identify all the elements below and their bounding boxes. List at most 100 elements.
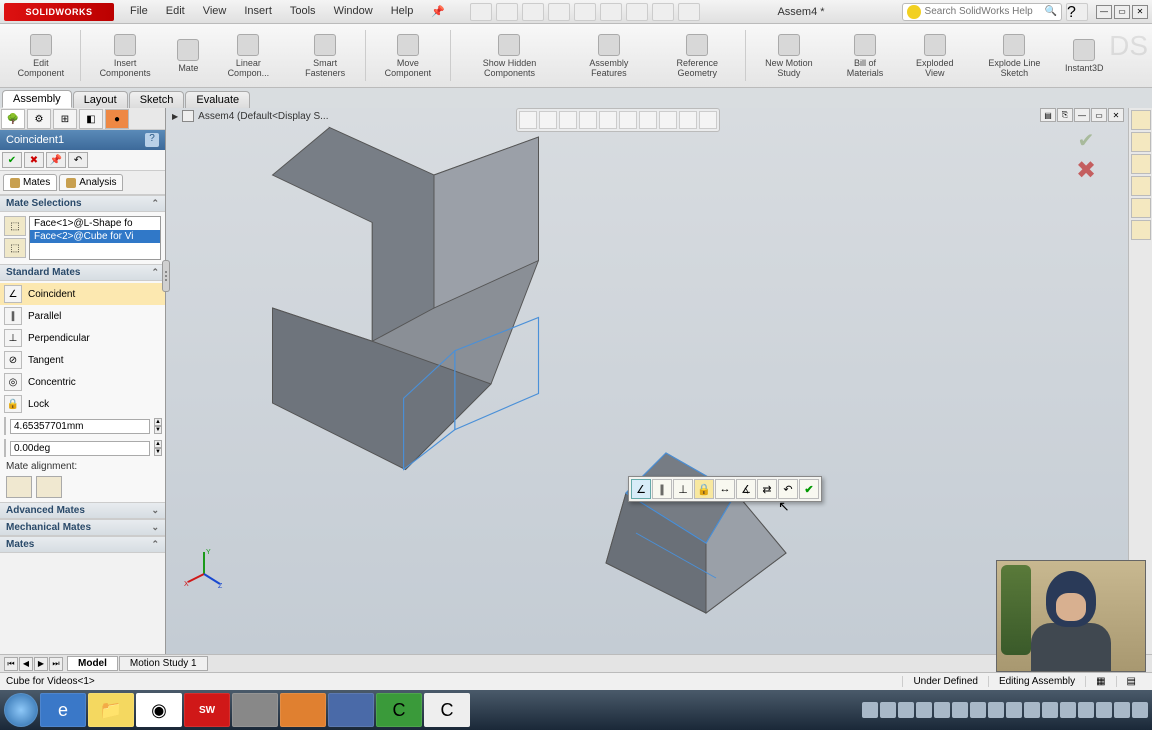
pm-cancel-button[interactable]: ✖ [24, 152, 44, 168]
menu-help[interactable]: Help [383, 3, 422, 20]
align-anti-button[interactable] [36, 476, 62, 498]
tab-nav-next-icon[interactable]: ▶ [34, 657, 48, 671]
search-input[interactable] [925, 6, 1045, 17]
selection-item-1[interactable]: Face<1>@L-Shape fo [30, 217, 160, 230]
distance-input[interactable] [10, 419, 150, 434]
collapse-icon[interactable]: ⌃ [151, 267, 159, 278]
taskpane-design-library-icon[interactable] [1131, 132, 1151, 152]
cmd-exploded-view[interactable]: Exploded View [900, 26, 969, 85]
tray-icon[interactable] [1006, 702, 1022, 718]
viewport-link-icon[interactable]: ⎘ [1057, 108, 1073, 122]
taskpane-resources-icon[interactable] [1131, 110, 1151, 130]
cmd-explode-line[interactable]: Explode Line Sketch [969, 26, 1059, 85]
spin-down[interactable]: ▼ [154, 448, 162, 456]
pane-splitter[interactable] [162, 260, 170, 292]
orientation-triad[interactable]: Y X Z [184, 548, 224, 588]
tray-icon[interactable] [862, 702, 878, 718]
tray-icon[interactable] [988, 702, 1004, 718]
mate-coincident[interactable]: ∠Coincident [0, 283, 165, 305]
tray-icon[interactable] [970, 702, 986, 718]
confirm-cancel-icon[interactable]: ✖ [1072, 158, 1100, 182]
subtab-analysis[interactable]: Analysis [59, 174, 123, 191]
expand-icon[interactable]: ⌄ [151, 505, 159, 516]
spin-down[interactable]: ▼ [154, 426, 162, 434]
part-l-shape[interactable] [206, 118, 586, 498]
tray-icon[interactable] [1132, 702, 1148, 718]
taskbar-chrome-icon[interactable]: ◉ [136, 693, 182, 727]
taskpane-view-palette-icon[interactable] [1131, 176, 1151, 196]
subtab-mates[interactable]: Mates [3, 174, 57, 191]
ctx-flip-alignment-icon[interactable]: ⇄ [757, 479, 777, 499]
mate-lock[interactable]: 🔒Lock [0, 393, 165, 415]
tray-icon[interactable] [1078, 702, 1094, 718]
selection-item-2[interactable]: Face<2>@Cube for Vi [30, 230, 160, 243]
spin-up[interactable]: ▲ [154, 440, 162, 448]
cmd-insert-components[interactable]: Insert Components [83, 26, 168, 85]
spin-up[interactable]: ▲ [154, 418, 162, 426]
tab-dimxpert-icon[interactable]: ◧ [79, 109, 103, 129]
tray-icon[interactable] [1042, 702, 1058, 718]
taskbar-explorer-icon[interactable]: 📁 [88, 693, 134, 727]
tab-sketch[interactable]: Sketch [129, 91, 185, 108]
menu-view[interactable]: View [195, 3, 235, 20]
tab-layout[interactable]: Layout [73, 91, 128, 108]
collapse-icon[interactable]: ⌃ [151, 198, 159, 209]
pm-undo-button[interactable]: ↶ [68, 152, 88, 168]
tab-nav-last-icon[interactable]: ⏭ [49, 657, 63, 671]
cmd-instant3d[interactable]: Instant3D [1059, 26, 1109, 85]
qat-redo-icon[interactable] [600, 3, 622, 21]
tab-model[interactable]: Model [67, 656, 118, 671]
align-aligned-button[interactable] [6, 476, 32, 498]
tab-evaluate[interactable]: Evaluate [185, 91, 250, 108]
start-button[interactable] [4, 693, 38, 727]
taskbar-ie-icon[interactable]: e [40, 693, 86, 727]
tray-icon[interactable] [1060, 702, 1076, 718]
collapse-icon[interactable]: ⌃ [151, 539, 159, 550]
tab-assembly[interactable]: Assembly [2, 90, 72, 108]
tray-icon[interactable] [934, 702, 950, 718]
cmd-move-component[interactable]: Move Component [368, 26, 448, 85]
section-mechanical-mates[interactable]: Mechanical Mates⌄ [0, 519, 165, 536]
taskbar-solidworks-icon[interactable]: SW [184, 693, 230, 727]
search-box[interactable]: 🔍 [902, 3, 1062, 21]
part-cube[interactable] [576, 443, 796, 653]
taskpane-appearances-icon[interactable] [1131, 198, 1151, 218]
window-minimize[interactable]: — [1096, 5, 1112, 19]
view-orientation-icon[interactable] [599, 111, 617, 129]
viewport-tile-icon[interactable]: ▤ [1040, 108, 1056, 122]
confirm-ok-icon[interactable]: ✔ [1072, 128, 1100, 152]
cmd-edit-component[interactable]: Edit Component [4, 26, 78, 85]
mate-perpendicular[interactable]: ⊥Perpendicular [0, 327, 165, 349]
tab-nav-first-icon[interactable]: ⏮ [4, 657, 18, 671]
tab-display-mgr-icon[interactable]: ● [105, 109, 129, 129]
help-icon[interactable]: ? [1066, 3, 1088, 21]
taskpane-file-explorer-icon[interactable] [1131, 154, 1151, 174]
ctx-ok-icon[interactable]: ✔ [799, 479, 819, 499]
viewport-min-icon[interactable]: — [1074, 108, 1090, 122]
qat-new-icon[interactable] [470, 3, 492, 21]
graphics-viewport[interactable]: ▶ Assem4 (Default<Display S... ▤ ⎘ — ▭ ✕… [166, 108, 1128, 654]
cmd-linear-pattern[interactable]: Linear Compon... [209, 26, 287, 85]
qat-save-icon[interactable] [522, 3, 544, 21]
tray-icon[interactable] [916, 702, 932, 718]
tree-expand-icon[interactable]: ▶ [172, 112, 178, 121]
menu-window[interactable]: Window [326, 3, 381, 20]
window-close[interactable]: ✕ [1132, 5, 1148, 19]
cmd-smart-fasteners[interactable]: Smart Fasteners [287, 26, 363, 85]
cmd-show-hidden[interactable]: Show Hidden Components [453, 26, 566, 85]
menu-edit[interactable]: Edit [158, 3, 193, 20]
pm-help-icon[interactable]: ? [145, 133, 159, 147]
taskbar-app-1-icon[interactable] [232, 693, 278, 727]
tab-config-mgr-icon[interactable]: ⊞ [53, 109, 77, 129]
angle-input[interactable] [10, 441, 150, 456]
cmd-reference-geometry[interactable]: Reference Geometry [652, 26, 743, 85]
qat-open-icon[interactable] [496, 3, 518, 21]
qat-options-icon[interactable] [678, 3, 700, 21]
search-go-icon[interactable]: 🔍 [1045, 6, 1057, 17]
apply-scene-icon[interactable] [679, 111, 697, 129]
menu-file[interactable]: File [122, 3, 156, 20]
section-advanced-mates[interactable]: Advanced Mates⌄ [0, 502, 165, 519]
menu-pushpin-icon[interactable]: 📌 [423, 3, 453, 20]
pm-ok-button[interactable]: ✔ [2, 152, 22, 168]
section-mates-list[interactable]: Mates⌃ [0, 536, 165, 553]
